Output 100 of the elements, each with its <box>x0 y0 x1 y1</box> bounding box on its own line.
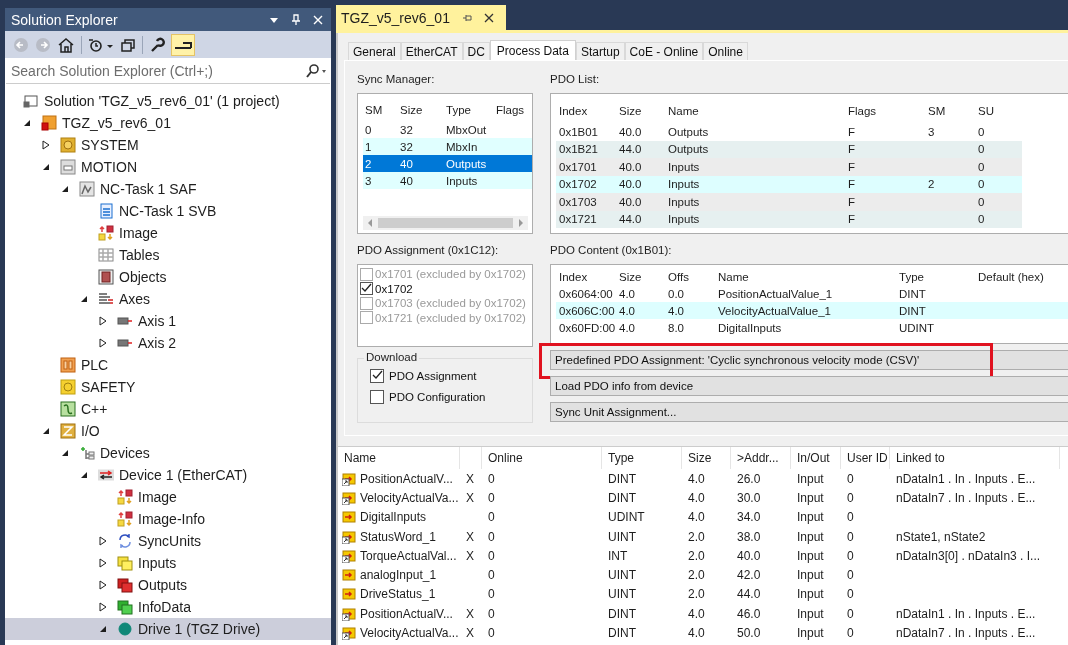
list-row[interactable]: 2 40 Outputs <box>363 155 532 172</box>
table-cell: nDataIn3[0] . nDataIn3 . I... <box>896 548 1041 563</box>
column-header[interactable]: Default (hex) <box>978 270 1068 283</box>
tree-row[interactable]: Device 1 (EtherCAT) <box>5 464 331 486</box>
column-header[interactable]: Size <box>400 104 446 116</box>
tree-row[interactable]: NC-Task 1 SAF <box>5 178 331 200</box>
list-row[interactable]: 0 32 MbxOut <box>363 121 532 138</box>
expand-icon[interactable] <box>99 602 107 612</box>
expand-icon[interactable] <box>99 316 107 326</box>
tree-row[interactable]: Image <box>5 486 331 508</box>
action-button[interactable]: Sync Unit Assignment... <box>550 402 1068 422</box>
expand-icon[interactable] <box>42 140 50 150</box>
column-header[interactable]: User ID <box>841 447 890 469</box>
cpp-icon <box>60 401 76 417</box>
table-cell-text: 0 <box>846 626 855 640</box>
column-header[interactable]: SM <box>928 105 978 117</box>
column-header[interactable]: Type <box>899 270 978 283</box>
table-cell-text: Input <box>796 587 825 602</box>
table-cell-text: 2.0 <box>687 529 706 544</box>
tree-row[interactable]: Devices <box>5 442 331 464</box>
table-cell: 40.0 <box>619 160 642 173</box>
tree-row[interactable]: Drive 1 (TGZ Drive) <box>5 618 331 640</box>
column-header[interactable]: Type <box>446 104 496 116</box>
collapse-icon[interactable] <box>80 471 88 479</box>
tree-row[interactable]: Objects <box>5 266 331 288</box>
wrench-icon[interactable] <box>149 36 165 53</box>
search-icon[interactable] <box>305 64 327 78</box>
column-header[interactable]: Offs <box>668 270 718 283</box>
table-cell-text: UDINT <box>607 510 646 525</box>
column-header[interactable]: SU <box>978 105 1022 117</box>
item-label: Image-Info <box>138 511 205 527</box>
block-icon <box>98 269 114 285</box>
tree-row[interactable]: SAFETY <box>5 376 331 398</box>
column-header[interactable]: Name <box>718 270 899 283</box>
column-header[interactable]: Type <box>602 447 682 469</box>
action-button[interactable]: Predefined PDO Assignment: 'Cyclic synchronous velocity mode (CSV)' <box>550 350 1068 370</box>
tree-row[interactable]: SyncUnits <box>5 530 331 552</box>
list-row[interactable]: 3 40 Inputs <box>363 172 532 189</box>
tree-row[interactable]: SYSTEM <box>5 134 331 156</box>
column-header[interactable]: In/Out <box>791 447 841 469</box>
history-icon[interactable] <box>88 36 114 53</box>
close-icon[interactable] <box>483 12 494 23</box>
tree-row[interactable]: Axis 2 <box>5 332 331 354</box>
collapse-icon[interactable] <box>80 295 88 303</box>
tree-row[interactable]: C++ <box>5 398 331 420</box>
column-header[interactable]: Linked to <box>890 447 1060 469</box>
column-header[interactable]: Size <box>682 447 731 469</box>
tree-row[interactable]: Tables <box>5 244 331 266</box>
tree-row[interactable]: NC-Task 1 SVB <box>5 200 331 222</box>
column-header[interactable]: Name <box>668 105 848 117</box>
tree-row[interactable]: MOTION <box>5 156 331 178</box>
document-tab[interactable]: TGZ_v5_rev6_01 <box>336 5 506 30</box>
collapse-icon[interactable] <box>23 119 31 127</box>
column-header[interactable]: SM <box>365 104 400 116</box>
tree-row[interactable]: Axis 1 <box>5 310 331 332</box>
collapse-icon[interactable] <box>99 625 107 633</box>
tab[interactable]: General <box>348 42 401 61</box>
tree-row[interactable]: TGZ_v5_rev6_01 <box>5 112 331 134</box>
tree-row[interactable]: I/O <box>5 420 331 442</box>
expand-icon[interactable] <box>99 338 107 348</box>
checkbox[interactable] <box>370 389 384 404</box>
pin-icon[interactable] <box>461 12 472 23</box>
list-row[interactable]: 1 32 MbxIn <box>363 138 532 155</box>
expand-icon[interactable] <box>99 536 107 546</box>
column-header[interactable]: Online <box>482 447 602 469</box>
column-header[interactable]: Index <box>559 270 619 283</box>
tree-row[interactable]: Image-Info <box>5 508 331 530</box>
collapse-icon[interactable] <box>42 427 50 435</box>
table-cell-text: Input <box>796 626 825 640</box>
collapse-icon[interactable] <box>61 185 69 193</box>
column-header[interactable]: Index <box>559 105 619 117</box>
table-cell-text: 0 <box>487 510 496 525</box>
tree-row[interactable]: Outputs <box>5 574 331 596</box>
collapse-icon[interactable] <box>61 449 69 457</box>
column-header[interactable]: Size <box>619 270 668 283</box>
tree-row[interactable]: Image <box>5 222 331 244</box>
checkbox[interactable] <box>360 282 373 296</box>
tree-row[interactable]: Inputs <box>5 552 331 574</box>
checkbox[interactable] <box>370 368 384 383</box>
column-header[interactable]: Flags <box>848 105 928 117</box>
column-header[interactable]: Name <box>338 447 460 469</box>
column-header[interactable]: Flags <box>496 104 532 116</box>
expand-icon[interactable] <box>99 580 107 590</box>
tree-row[interactable]: InfoData <box>5 596 331 618</box>
item-label: PLC <box>81 357 109 373</box>
action-button[interactable]: Load PDO info from device <box>550 376 1068 396</box>
tree-row[interactable]: Solution 'TGZ_v5_rev6_01' (1 project) <box>5 90 331 112</box>
column-header[interactable]: >Addr... <box>731 447 791 469</box>
pin-icon[interactable] <box>291 13 301 26</box>
collapse-icon[interactable] <box>42 163 50 171</box>
expand-icon[interactable] <box>99 558 107 568</box>
tree-row[interactable]: Axes <box>5 288 331 310</box>
table-cell-text: 2.0 <box>687 587 706 602</box>
home-icon[interactable] <box>57 36 75 53</box>
column-header[interactable]: Size <box>619 105 668 117</box>
tree-row[interactable]: PLC <box>5 354 331 376</box>
tab[interactable]: Online <box>703 42 748 61</box>
windows-icon[interactable] <box>120 36 136 53</box>
pin-button[interactable] <box>171 33 195 56</box>
table-cell-text: 4.0 <box>687 510 706 525</box>
